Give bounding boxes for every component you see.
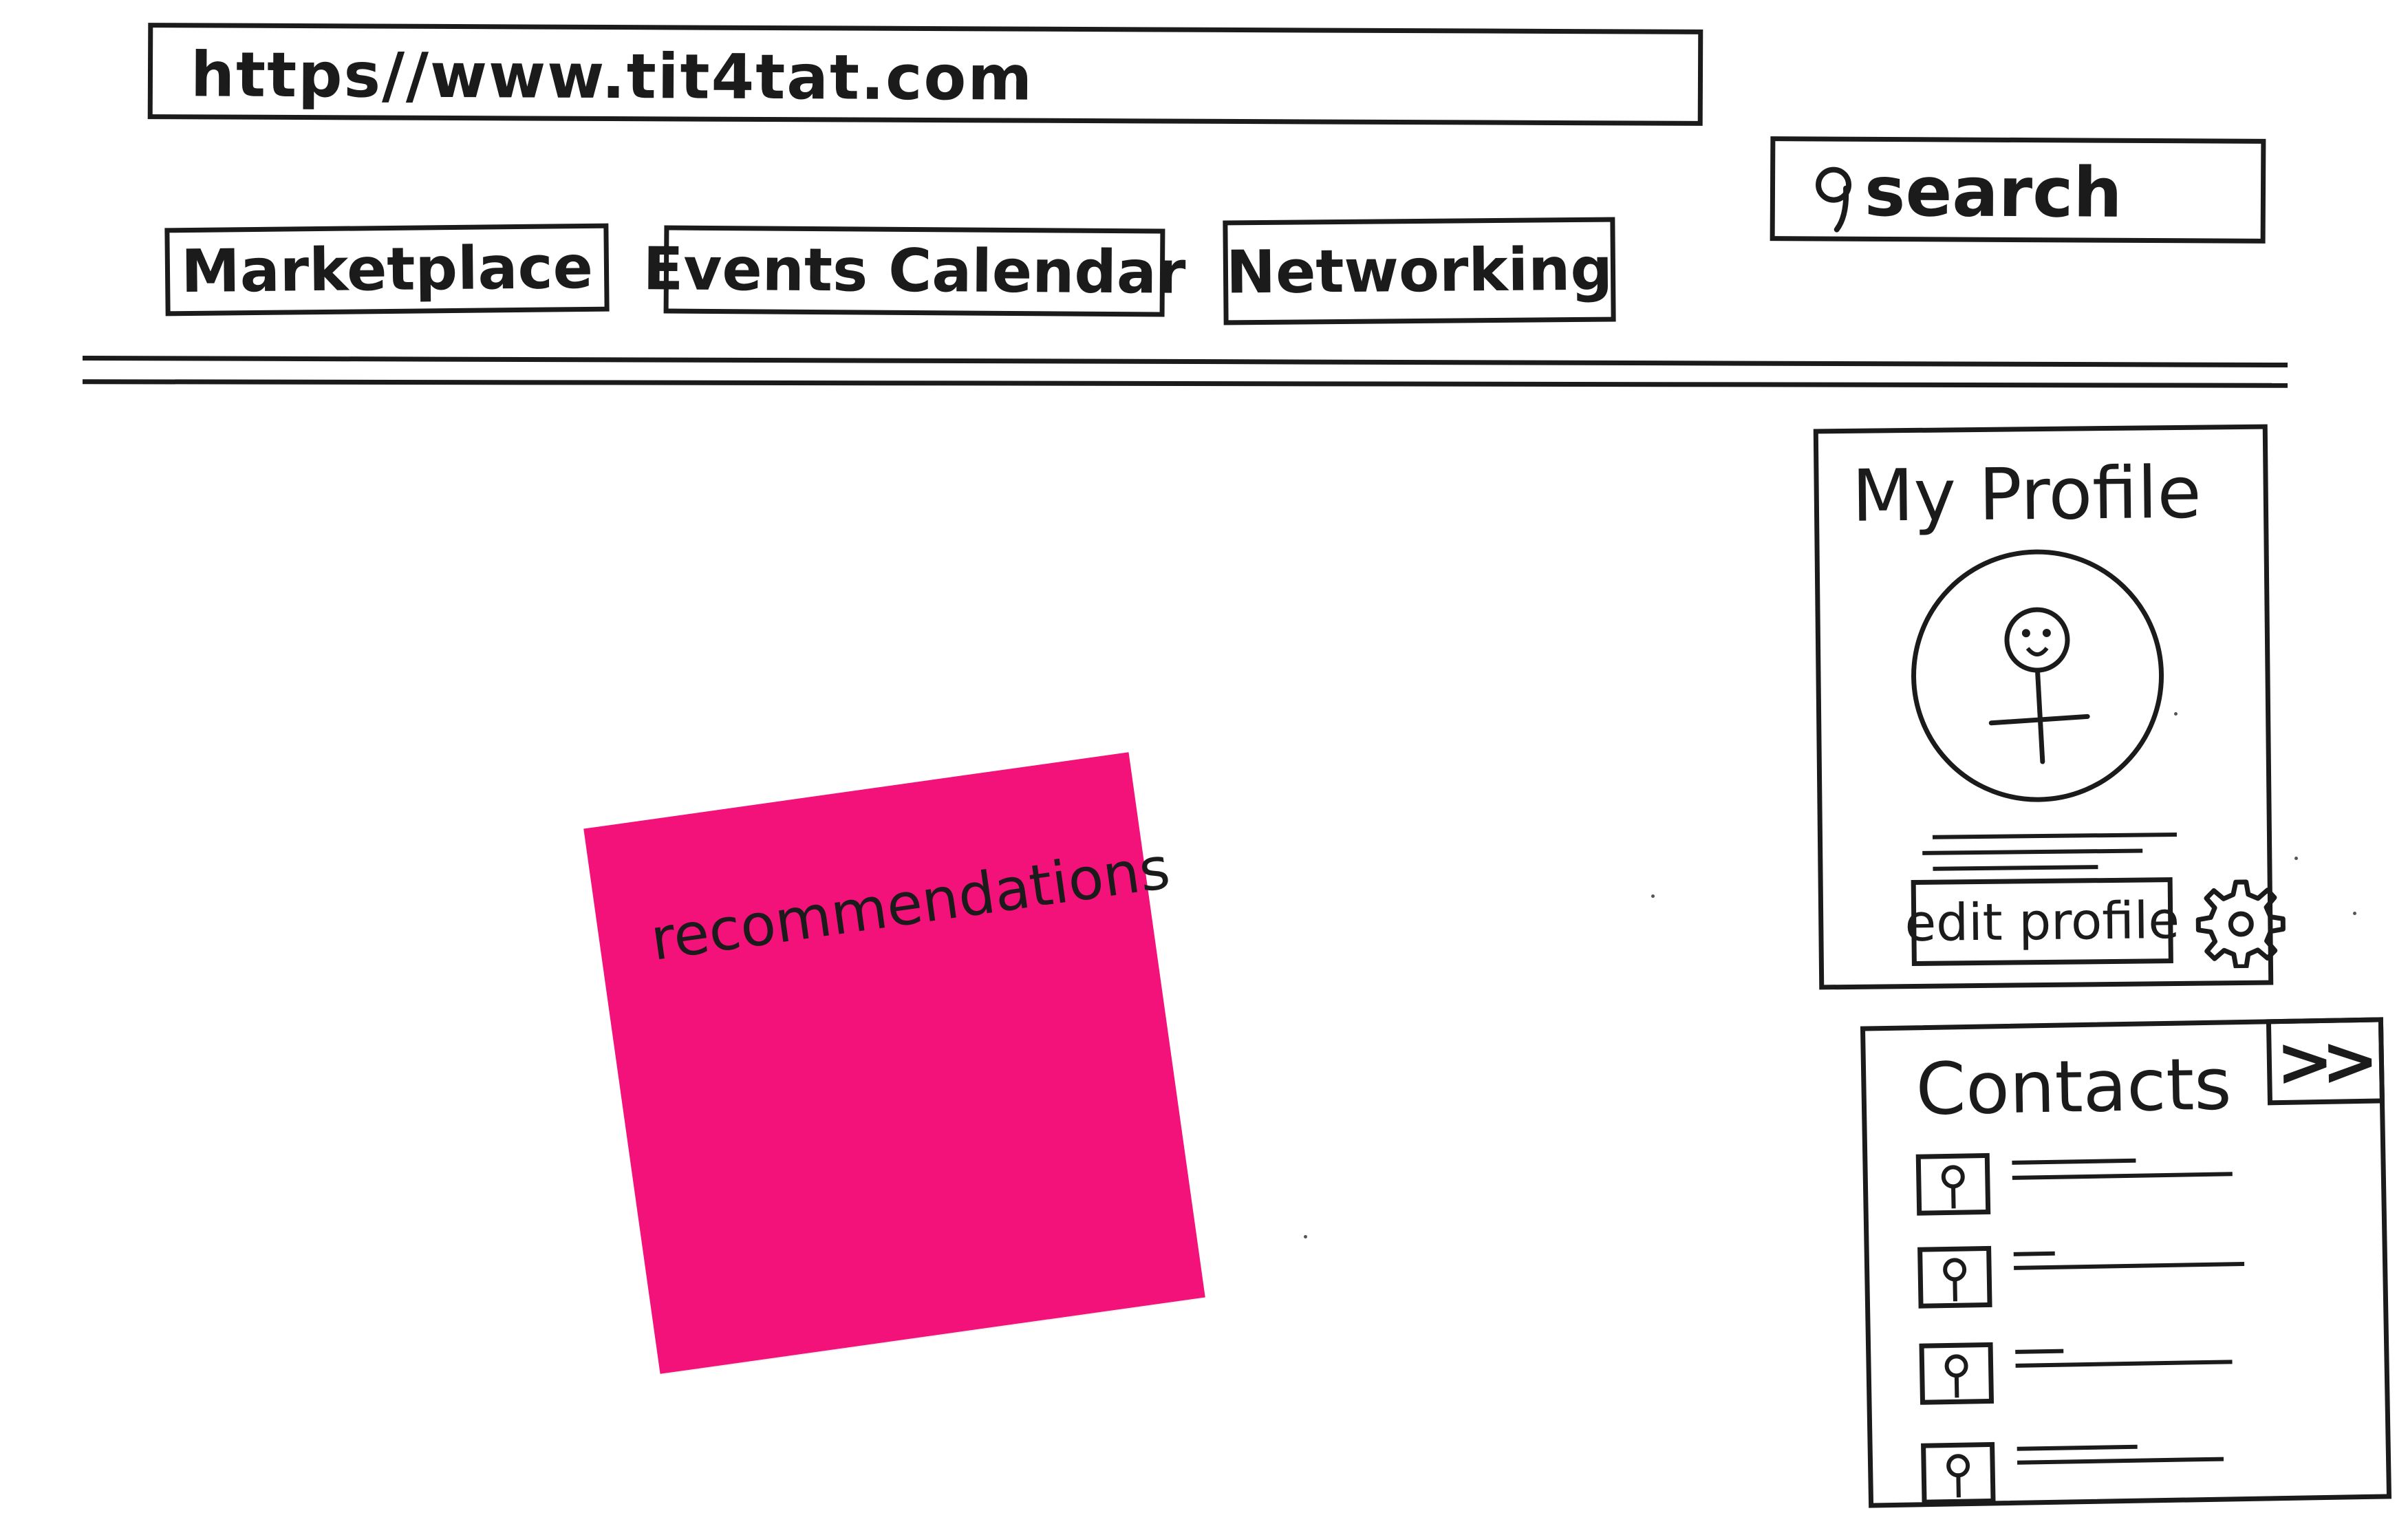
sticky-note-label: recommendations — [646, 834, 1174, 974]
contact-name-line — [2015, 1360, 2233, 1368]
contact-name-line — [2012, 1172, 2233, 1180]
nav-tab-marketplace[interactable]: Marketplace — [164, 223, 610, 316]
stick-figure-avatar-icon — [1911, 549, 2164, 802]
contacts-expand-button[interactable]: >> — [2266, 1017, 2385, 1106]
contact-row[interactable] — [1919, 1337, 2278, 1412]
edit-profile-button[interactable]: edit profile — [1904, 877, 2180, 967]
nav-tab-networking[interactable]: Networking — [1223, 217, 1616, 325]
paper-speck — [2353, 912, 2356, 915]
search-placeholder: search — [1864, 151, 2122, 233]
paper-speck — [2294, 857, 2298, 860]
profile-name-line — [1922, 848, 2143, 855]
paper-speck — [1304, 1235, 1307, 1238]
contact-name-line — [2012, 1158, 2136, 1165]
header-divider — [82, 379, 2288, 388]
profile-name-line — [1932, 832, 2177, 839]
contact-avatar-icon — [1919, 1342, 1995, 1405]
contact-row[interactable] — [1917, 1241, 2277, 1316]
contact-avatar-icon — [1917, 1245, 1992, 1309]
search-input[interactable]: search — [1770, 136, 2266, 244]
contact-avatar-icon — [1915, 1152, 1991, 1216]
nav-tab-label: Marketplace — [180, 233, 594, 307]
paper-speck — [2174, 712, 2178, 716]
nav-tab-label: Networking — [1225, 235, 1613, 308]
nav-tab-events-calendar[interactable]: Events Calendar — [643, 225, 1186, 317]
url-text: https//www.tit4tat.com — [190, 39, 1034, 115]
edit-profile-label: edit profile — [1904, 890, 2180, 953]
search-icon — [1816, 167, 1852, 233]
contact-avatar-icon — [1921, 1441, 1996, 1505]
recommendations-sticky-note: recommendations — [583, 752, 1205, 1374]
contact-name-line — [2013, 1251, 2055, 1256]
contact-row[interactable] — [1915, 1148, 2275, 1223]
profile-title: My Profile — [1851, 450, 2202, 538]
contact-name-line — [2017, 1444, 2138, 1451]
profile-card: My Profile edit profile — [1813, 424, 2286, 990]
contacts-title: Contacts — [1915, 1042, 2233, 1132]
double-chevron-right-icon: >> — [2275, 1020, 2367, 1103]
contact-name-line — [2014, 1261, 2245, 1270]
header-divider — [82, 355, 2288, 368]
contact-name-line — [2015, 1349, 2064, 1354]
contact-name-line — [2017, 1457, 2224, 1465]
profile-name-line — [1933, 865, 2098, 871]
contact-row[interactable] — [1921, 1437, 2280, 1512]
url-bar[interactable]: https//www.tit4tat.com — [147, 23, 1703, 126]
contacts-panel: Contacts >> — [1860, 1017, 2392, 1508]
nav-tab-label: Events Calendar — [643, 235, 1186, 308]
gear-icon[interactable] — [2195, 874, 2288, 969]
paper-speck — [1651, 894, 1655, 898]
